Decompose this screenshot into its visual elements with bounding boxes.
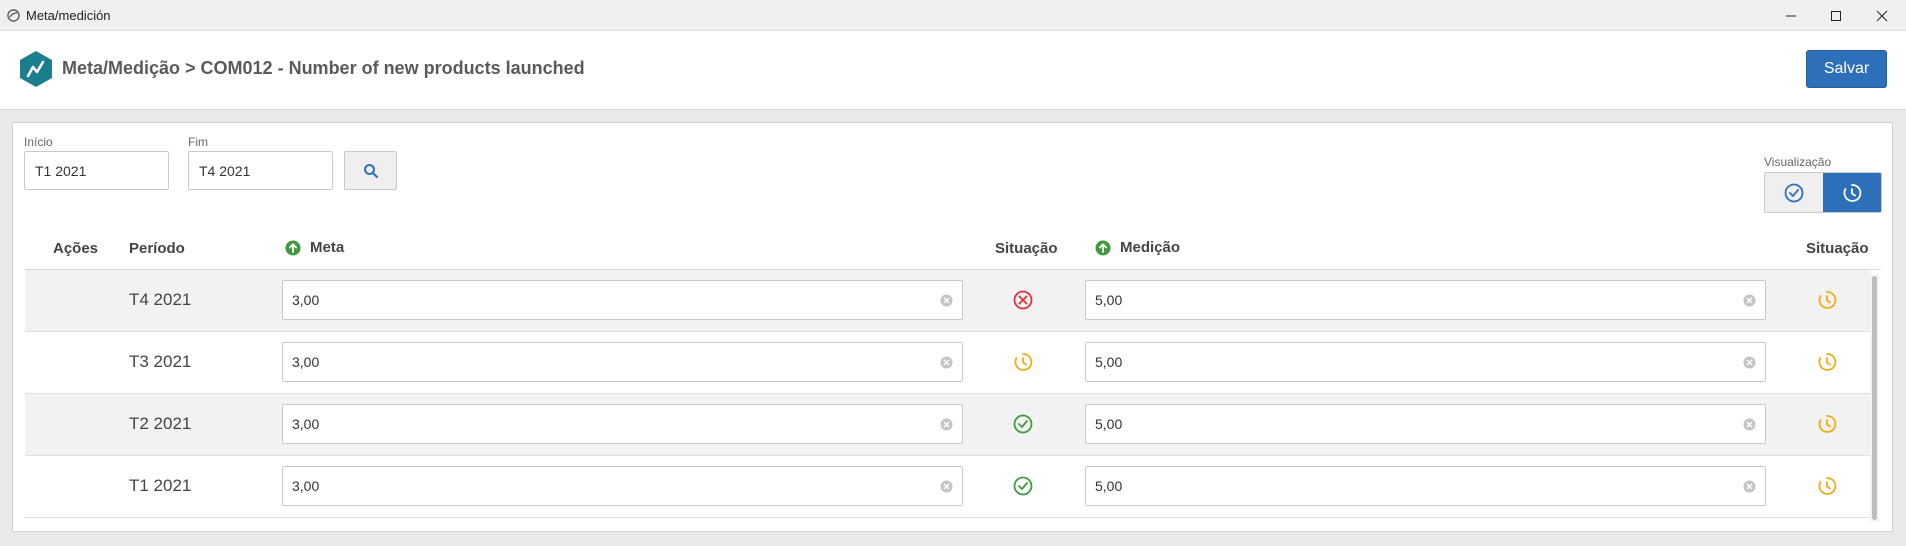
clear-icon[interactable]	[1743, 294, 1756, 307]
visualization-label: Visualização	[1764, 155, 1832, 169]
clear-icon[interactable]	[1743, 356, 1756, 369]
goal-value: 3,00	[292, 354, 320, 370]
table-header: Ações Período Meta Situação Medição Situ…	[25, 224, 1881, 270]
close-button[interactable]	[1859, 0, 1905, 31]
history-clock-icon	[1843, 183, 1862, 202]
column-period: Período	[129, 240, 185, 257]
measurement-input[interactable]: 5,00	[1085, 280, 1766, 320]
row-period: T3 2021	[129, 352, 192, 371]
scrollbar-thumb[interactable]	[1872, 276, 1877, 520]
column-goal-label: Meta	[310, 239, 345, 256]
maximize-button[interactable]	[1813, 0, 1859, 31]
measurement-value: 5,00	[1095, 478, 1123, 494]
check-circle-icon	[1784, 183, 1804, 202]
column-actions: Ações	[53, 240, 99, 257]
minimize-button[interactable]	[1768, 0, 1814, 31]
view-history-button[interactable]	[1823, 173, 1881, 212]
window-title: Meta/medición	[26, 8, 111, 23]
table-row: T1 2021 3,00 5,00	[25, 456, 1871, 518]
success-check-icon	[1013, 476, 1033, 496]
pending-clock-icon	[1818, 415, 1837, 433]
window-titlebar: Meta/medición	[0, 0, 1906, 31]
clear-icon[interactable]	[940, 418, 953, 431]
row-period: T4 2021	[129, 290, 192, 309]
success-check-icon	[1013, 414, 1033, 434]
column-measurement[interactable]: Medição	[1095, 239, 1180, 256]
pending-clock-icon	[1014, 353, 1033, 371]
goal-value: 3,00	[292, 478, 320, 494]
end-period-field[interactable]	[188, 151, 333, 190]
pending-clock-icon	[1818, 291, 1837, 309]
goal-logo-icon	[20, 51, 52, 87]
column-goal[interactable]: Meta	[285, 239, 344, 256]
measurement-input[interactable]: 5,00	[1085, 466, 1766, 506]
measurement-value: 5,00	[1095, 416, 1123, 432]
goal-value: 3,00	[292, 416, 320, 432]
table-row: T3 2021 3,00 5,00	[25, 332, 1871, 394]
app-icon	[7, 9, 20, 22]
start-label: Início	[24, 135, 53, 149]
search-button[interactable]	[344, 151, 397, 190]
pending-clock-icon	[1818, 353, 1837, 371]
goal-measurement-panel: Início Fim Visualização Ações Período	[12, 122, 1893, 532]
arrow-up-icon	[285, 240, 301, 255]
arrow-up-icon	[1095, 240, 1111, 255]
goal-value: 3,00	[292, 292, 320, 308]
start-period-field[interactable]	[24, 151, 169, 190]
column-goal-status: Situação	[995, 240, 1058, 257]
row-period: T2 2021	[129, 414, 192, 433]
goal-input[interactable]: 3,00	[282, 404, 963, 444]
clear-icon[interactable]	[940, 356, 953, 369]
measurement-input[interactable]: 5,00	[1085, 342, 1766, 382]
visualization-toggle	[1764, 172, 1882, 213]
measurement-value: 5,00	[1095, 292, 1123, 308]
failed-icon	[1013, 290, 1033, 310]
end-label: Fim	[188, 135, 208, 149]
page-header: Meta/Medição > COM012 - Number of new pr…	[0, 31, 1906, 110]
pending-clock-icon	[1818, 477, 1837, 495]
search-icon	[363, 163, 378, 178]
goal-input[interactable]: 3,00	[282, 466, 963, 506]
measurement-input[interactable]: 5,00	[1085, 404, 1766, 444]
table-row: T4 2021 3,00 5,00	[25, 270, 1871, 332]
close-icon	[1876, 10, 1888, 21]
goal-input[interactable]: 3,00	[282, 280, 963, 320]
clear-icon[interactable]	[1743, 418, 1756, 431]
maximize-icon	[1831, 10, 1841, 21]
clear-icon[interactable]	[940, 294, 953, 307]
clear-icon[interactable]	[940, 480, 953, 493]
table-row: T2 2021 3,00 5,00	[25, 394, 1871, 456]
goal-input[interactable]: 3,00	[282, 342, 963, 382]
clear-icon[interactable]	[1743, 480, 1756, 493]
measurement-value: 5,00	[1095, 354, 1123, 370]
minimize-icon	[1786, 15, 1796, 16]
row-period: T1 2021	[129, 476, 192, 495]
breadcrumb: Meta/Medição > COM012 - Number of new pr…	[62, 58, 585, 78]
view-status-button[interactable]	[1765, 173, 1823, 212]
column-measurement-status: Situação	[1806, 240, 1869, 257]
save-button[interactable]: Salvar	[1806, 50, 1887, 88]
column-measurement-label: Medição	[1120, 239, 1181, 256]
